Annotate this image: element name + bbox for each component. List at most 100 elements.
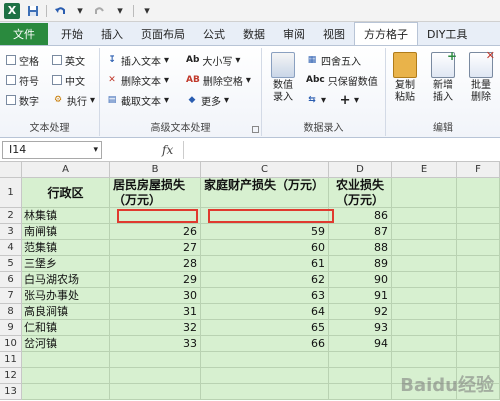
name-box[interactable]: I14 ▾ (2, 140, 102, 159)
redo-icon[interactable] (93, 4, 107, 18)
column-header-e[interactable]: E (392, 162, 457, 178)
execute-button[interactable]: ⚙ 执行 ▾ (52, 92, 95, 108)
value-cell[interactable]: 92 (329, 304, 392, 320)
district-cell[interactable]: 三堡乡 (22, 256, 110, 272)
option-space[interactable]: 空格 (6, 52, 39, 68)
empty-cell[interactable] (329, 352, 392, 368)
value-entry-button[interactable]: 数值 录入 (264, 52, 302, 104)
empty-cell[interactable] (110, 368, 201, 384)
empty-cell[interactable] (457, 256, 500, 272)
empty-cell[interactable] (392, 272, 457, 288)
more-data-buttons[interactable]: ⇆ ▾ + ▾ (306, 92, 359, 108)
chevron-down-icon[interactable]: ▾ (113, 4, 127, 18)
value-cell[interactable]: 89 (329, 256, 392, 272)
row-header[interactable]: 9 (0, 320, 22, 336)
district-cell[interactable]: 范集镇 (22, 240, 110, 256)
empty-cell[interactable] (457, 288, 500, 304)
empty-cell[interactable] (457, 224, 500, 240)
value-cell[interactable]: 91 (329, 288, 392, 304)
tab-review[interactable]: 审阅 (274, 23, 314, 45)
table-header-cell[interactable]: 居民房屋损失（万元） (110, 178, 201, 208)
customize-icon[interactable]: ▾ (140, 4, 154, 18)
save-icon[interactable] (26, 4, 40, 18)
option-symbol[interactable]: 符号 (6, 72, 39, 88)
value-cell[interactable]: 93 (329, 320, 392, 336)
formula-input[interactable] (183, 140, 500, 159)
batch-delete-button[interactable]: ✕ 批量 删除 (462, 50, 500, 104)
row-header[interactable]: 5 (0, 256, 22, 272)
delete-text-button[interactable]: ✕ 删除文本 ▾ (106, 72, 169, 88)
tab-insert[interactable]: 插入 (92, 23, 132, 45)
tab-view[interactable]: 视图 (314, 23, 354, 45)
row-header[interactable]: 2 (0, 208, 22, 224)
round-button[interactable]: ▦ 四舍五入 (306, 52, 361, 68)
column-header-d[interactable]: D (329, 162, 392, 178)
row-header[interactable]: 8 (0, 304, 22, 320)
copy-paste-button[interactable]: 复制 粘贴 (386, 52, 424, 104)
tab-fangfang[interactable]: 方方格子 (354, 22, 418, 45)
tab-file[interactable]: 文件 (0, 23, 48, 45)
tab-page-layout[interactable]: 页面布局 (132, 23, 194, 45)
value-cell[interactable] (110, 208, 201, 224)
empty-cell[interactable] (329, 384, 392, 400)
empty-cell[interactable] (110, 352, 201, 368)
chevron-down-icon[interactable]: ▾ (73, 4, 87, 18)
insert-function-icon[interactable]: fx (162, 143, 173, 157)
district-cell[interactable]: 仁和镇 (22, 320, 110, 336)
option-chinese[interactable]: 中文 (52, 72, 85, 88)
tab-diy-tools[interactable]: DIY工具 (418, 23, 476, 45)
district-cell[interactable]: 白马湖农场 (22, 272, 110, 288)
value-cell[interactable]: 30 (110, 288, 201, 304)
value-cell[interactable]: 59 (201, 224, 329, 240)
column-header-a[interactable]: A (22, 162, 110, 178)
row-header[interactable]: 11 (0, 352, 22, 368)
row-header[interactable]: 3 (0, 224, 22, 240)
empty-cell[interactable] (457, 272, 500, 288)
value-cell[interactable]: 87 (329, 224, 392, 240)
checkbox[interactable] (52, 55, 62, 65)
empty-cell[interactable] (457, 178, 500, 208)
column-header-c[interactable]: C (201, 162, 329, 178)
empty-cell[interactable] (22, 352, 110, 368)
checkbox[interactable] (52, 75, 62, 85)
value-cell[interactable]: 94 (329, 336, 392, 352)
empty-cell[interactable] (392, 240, 457, 256)
value-cell[interactable]: 62 (201, 272, 329, 288)
row-header[interactable]: 10 (0, 336, 22, 352)
tab-formulas[interactable]: 公式 (194, 23, 234, 45)
option-number[interactable]: 数字 (6, 92, 39, 108)
empty-cell[interactable] (201, 384, 329, 400)
empty-cell[interactable] (392, 208, 457, 224)
column-header-f[interactable]: F (457, 162, 500, 178)
empty-cell[interactable] (457, 352, 500, 368)
checkbox[interactable] (6, 55, 16, 65)
chevron-down-icon[interactable]: ▾ (93, 145, 98, 155)
empty-cell[interactable] (392, 304, 457, 320)
empty-cell[interactable] (201, 368, 329, 384)
district-cell[interactable]: 高良涧镇 (22, 304, 110, 320)
value-cell[interactable]: 86 (329, 208, 392, 224)
insert-text-button[interactable]: ↧ 插入文本 ▾ (106, 52, 169, 68)
row-header[interactable]: 4 (0, 240, 22, 256)
row-header[interactable]: 1 (0, 178, 22, 208)
empty-cell[interactable] (457, 240, 500, 256)
row-header[interactable]: 12 (0, 368, 22, 384)
value-cell[interactable]: 28 (110, 256, 201, 272)
value-cell[interactable] (201, 208, 329, 224)
value-cell[interactable]: 29 (110, 272, 201, 288)
district-cell[interactable]: 岔河镇 (22, 336, 110, 352)
row-header[interactable]: 7 (0, 288, 22, 304)
value-cell[interactable]: 33 (110, 336, 201, 352)
value-cell[interactable]: 64 (201, 304, 329, 320)
extract-text-button[interactable]: ▤ 截取文本 ▾ (106, 92, 169, 108)
value-cell[interactable]: 66 (201, 336, 329, 352)
table-header-cell[interactable]: 农业损失（万元） (329, 178, 392, 208)
district-cell[interactable]: 张马办事处 (22, 288, 110, 304)
column-header-b[interactable]: B (110, 162, 201, 178)
checkbox[interactable] (6, 75, 16, 85)
table-header-cell[interactable]: 家庭财产损失（万元） (201, 178, 329, 208)
empty-cell[interactable] (110, 384, 201, 400)
dialog-launcher-icon[interactable] (252, 126, 259, 133)
empty-cell[interactable] (392, 224, 457, 240)
value-cell[interactable]: 27 (110, 240, 201, 256)
